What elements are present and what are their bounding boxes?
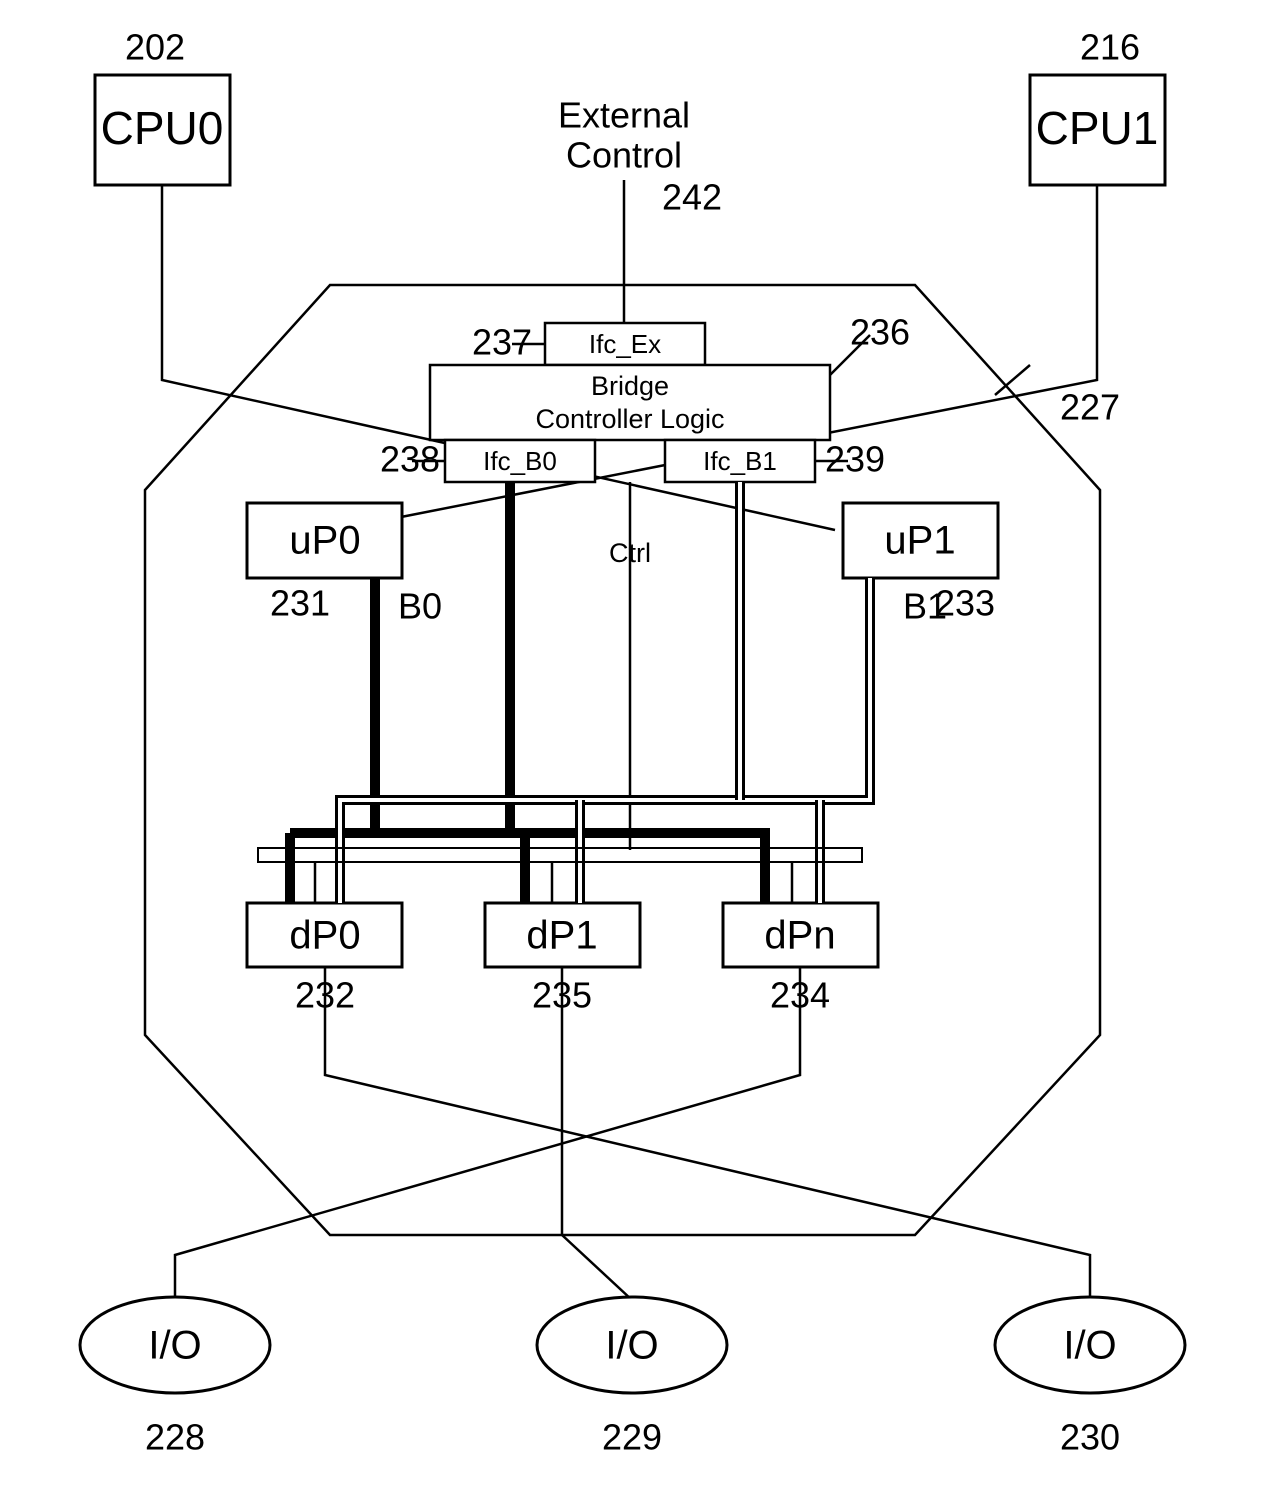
- ref-ifc-ex: 237: [472, 322, 532, 363]
- ref-io2: 230: [1060, 1417, 1120, 1458]
- ref-cpu0: 202: [125, 27, 185, 68]
- dpn-to-io0-wire: [175, 967, 800, 1308]
- ref-up0: 231: [270, 583, 330, 624]
- dp0-to-io2-wire: [325, 967, 1090, 1308]
- dp1-label: dP1: [526, 914, 597, 958]
- dpn-label: dPn: [764, 914, 835, 958]
- ref-external: 242: [662, 177, 722, 218]
- controller-label-1: Bridge: [591, 371, 669, 401]
- ref-controller: 236: [850, 312, 910, 353]
- ctrl-bus-box: [258, 848, 862, 862]
- ctrl-label: Ctrl: [609, 538, 651, 568]
- bus-b0-label: B0: [398, 586, 442, 627]
- io1-label: I/O: [605, 1324, 658, 1368]
- ifc-b0-label: Ifc_B0: [483, 446, 557, 476]
- io2-label: I/O: [1063, 1324, 1116, 1368]
- controller-label-2: Controller Logic: [535, 404, 724, 434]
- bus-b0-main: [375, 578, 765, 903]
- ref-ifc-b0: 238: [380, 439, 440, 480]
- external-control-label-2: Control: [566, 135, 682, 176]
- dp0-label: dP0: [289, 914, 360, 958]
- bus-b1-label: B1: [903, 586, 947, 627]
- ref-ifc-b1: 239: [825, 439, 885, 480]
- cpu1-label: CPU1: [1036, 102, 1159, 154]
- cpu0-label: CPU0: [101, 102, 224, 154]
- up1-label: uP1: [884, 519, 955, 563]
- system-diagram: 227 External Control 242 202 CPU0 216 CP…: [0, 0, 1267, 1504]
- ref-cpu1: 216: [1080, 27, 1140, 68]
- ref-io1: 229: [602, 1417, 662, 1458]
- external-control-label-1: External: [558, 95, 690, 136]
- ifc-b1-label: Ifc_B1: [703, 446, 777, 476]
- ref-io0: 228: [145, 1417, 205, 1458]
- dp1-to-io1-wire: [562, 967, 632, 1308]
- io0-label: I/O: [148, 1324, 201, 1368]
- ref-bridge: 227: [1060, 387, 1120, 428]
- ifc-ex-label: Ifc_Ex: [589, 329, 661, 359]
- bus-b1-outer: [340, 578, 870, 903]
- up0-label: uP0: [289, 519, 360, 563]
